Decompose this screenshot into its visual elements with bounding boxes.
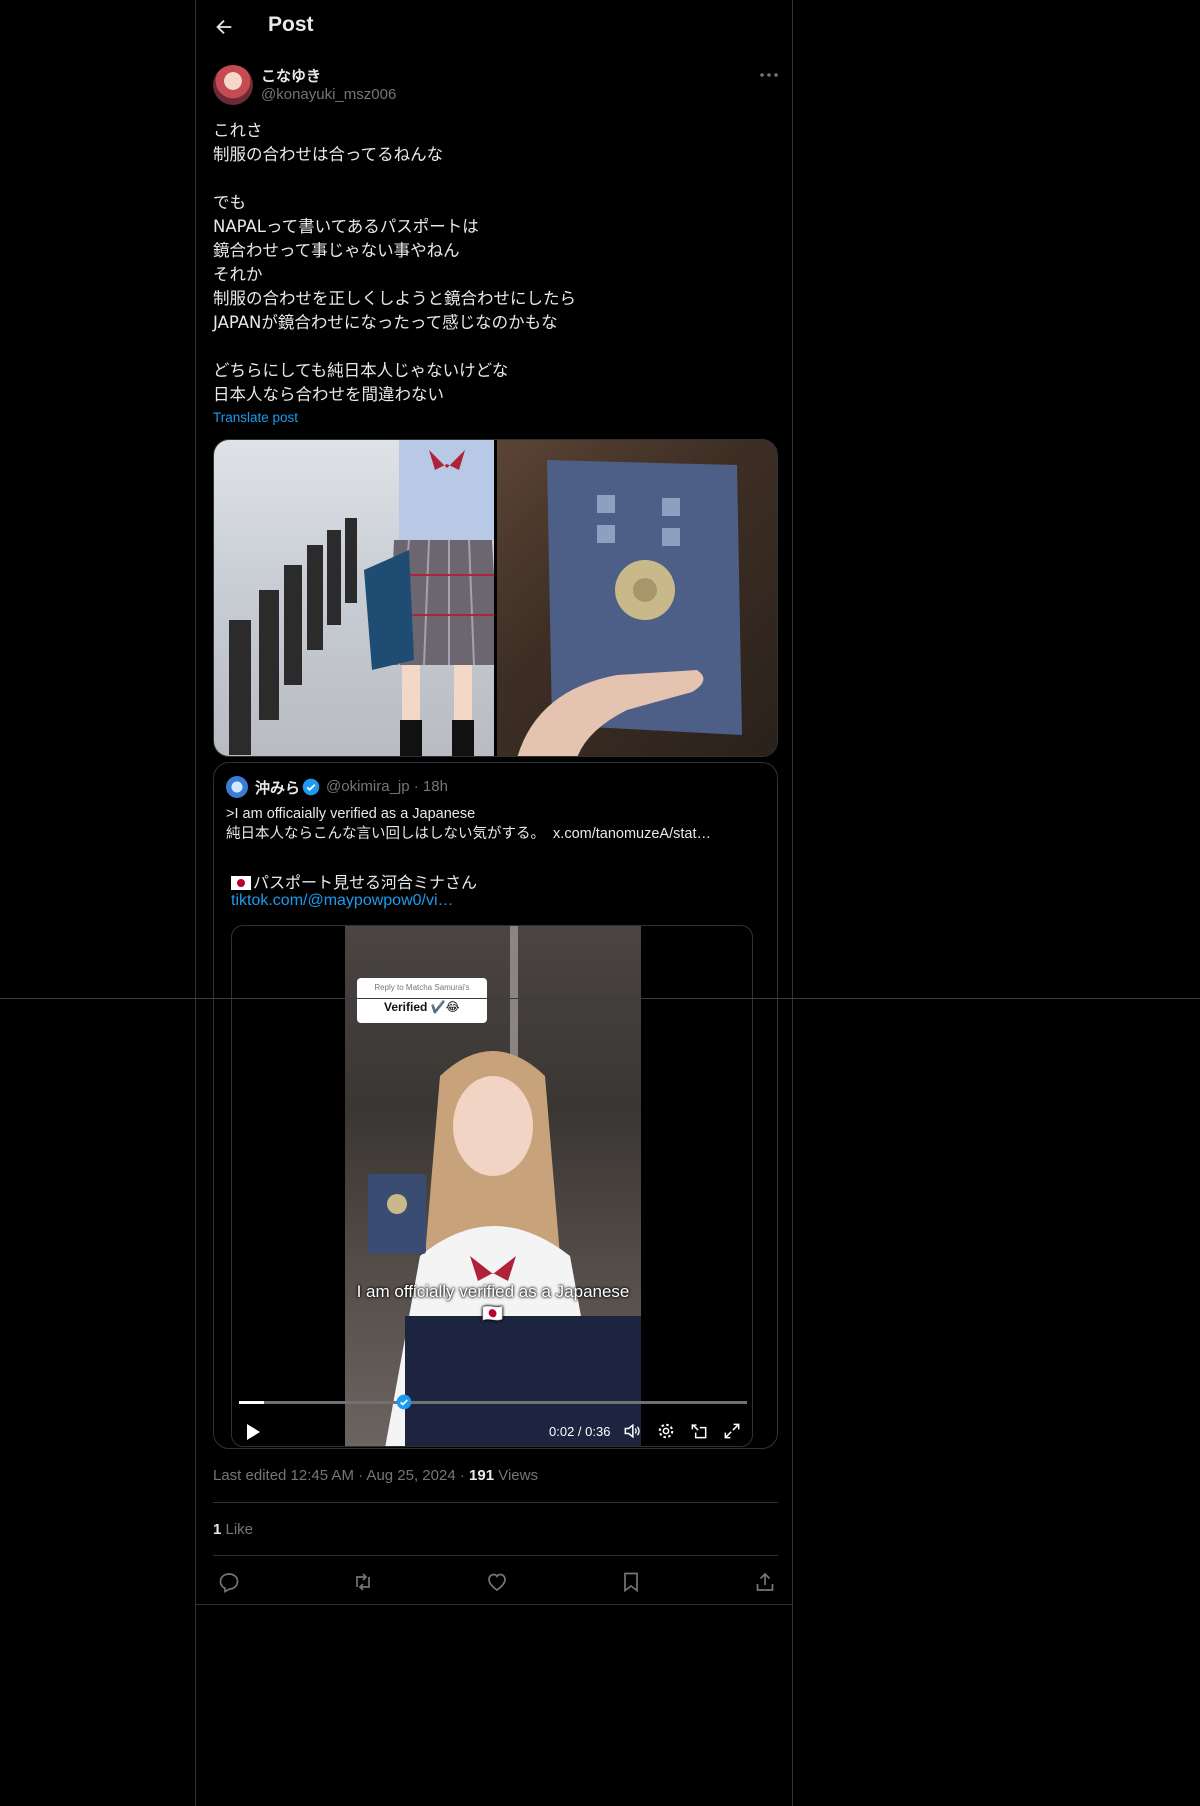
gear-icon[interactable] (656, 1421, 676, 1441)
post-media-grid (213, 439, 778, 757)
translate-post-link[interactable]: Translate post (213, 410, 298, 425)
quoted-post-text: >I am officaially verified as a Japanese… (226, 806, 712, 842)
tiktok-link[interactable]: tiktok.com/@maypowpow0/vi… (231, 892, 454, 910)
author-handle[interactable]: @konayuki_msz006 (261, 86, 396, 103)
repost-icon[interactable] (351, 1570, 375, 1594)
media-image-uniform[interactable] (214, 440, 499, 756)
likes-summary[interactable]: 1 Like (213, 1521, 253, 1538)
author-name[interactable]: こなゆき (261, 65, 321, 86)
divider (213, 1555, 778, 1556)
quoted-author-name[interactable]: 沖みら (255, 777, 300, 798)
uniform-illustration (229, 440, 499, 756)
reply-icon[interactable] (217, 1570, 241, 1594)
video-progress-fill (239, 1401, 265, 1404)
play-icon[interactable] (244, 1422, 262, 1442)
overlay-divider-line (0, 998, 1200, 999)
main-column: Post こなゆき @konayuki_msz006 これさ 制服の合わせは合っ… (195, 0, 793, 1806)
bookmark-icon[interactable] (619, 1570, 643, 1594)
post-text: これさ 制服の合わせは合ってるねんな でも NAPALって書いてあるパスポートは… (213, 121, 576, 404)
back-arrow-icon[interactable] (213, 16, 235, 38)
picture-in-picture-icon[interactable] (689, 1421, 709, 1441)
passport-illustration (517, 460, 742, 756)
video-player[interactable]: Reply to Matcha Samurai's Verified ✔️😂 I… (231, 925, 753, 1447)
embed-title: パスポート見せる河合ミナさん (231, 869, 477, 893)
edited-timestamp[interactable]: Last edited 12:45 AM · Aug 25, 2024 · (213, 1467, 469, 1484)
video-subtitle: I am officially verified as a Japanese 🇯… (356, 1282, 630, 1323)
author-avatar[interactable] (213, 65, 253, 105)
verified-badge-icon (396, 1394, 412, 1410)
japan-flag-icon (231, 876, 251, 890)
top-bar: Post (196, 0, 792, 53)
quoted-post-time: · 18h (413, 778, 448, 795)
like-icon[interactable] (485, 1570, 509, 1594)
media-image-passport[interactable] (497, 440, 777, 756)
video-time: 0:02 / 0:36 (549, 1424, 611, 1439)
post-metadata: Last edited 12:45 AM · Aug 25, 2024 · 19… (213, 1467, 538, 1484)
share-icon[interactable] (753, 1570, 777, 1594)
views-count: 191 (469, 1467, 495, 1484)
page-title: Post (268, 13, 314, 36)
quoted-author-avatar[interactable] (226, 776, 248, 798)
quoted-post[interactable]: 沖みら @okimira_jp · 18h >I am officaially … (213, 762, 778, 1449)
divider (213, 1502, 778, 1503)
volume-icon[interactable] (622, 1421, 642, 1441)
quoted-author-handle[interactable]: @okimira_jp · 18h (326, 778, 448, 795)
likes-label: Like (221, 1521, 254, 1538)
verified-badge-icon (302, 778, 320, 796)
divider (196, 1604, 792, 1605)
fullscreen-icon[interactable] (722, 1421, 742, 1441)
video-progress-bar[interactable] (239, 1401, 747, 1404)
views-label: Views (494, 1467, 538, 1484)
tiktok-reply-bubble: Reply to Matcha Samurai's Verified ✔️😂 (357, 978, 487, 1023)
more-options-icon[interactable] (757, 66, 781, 84)
